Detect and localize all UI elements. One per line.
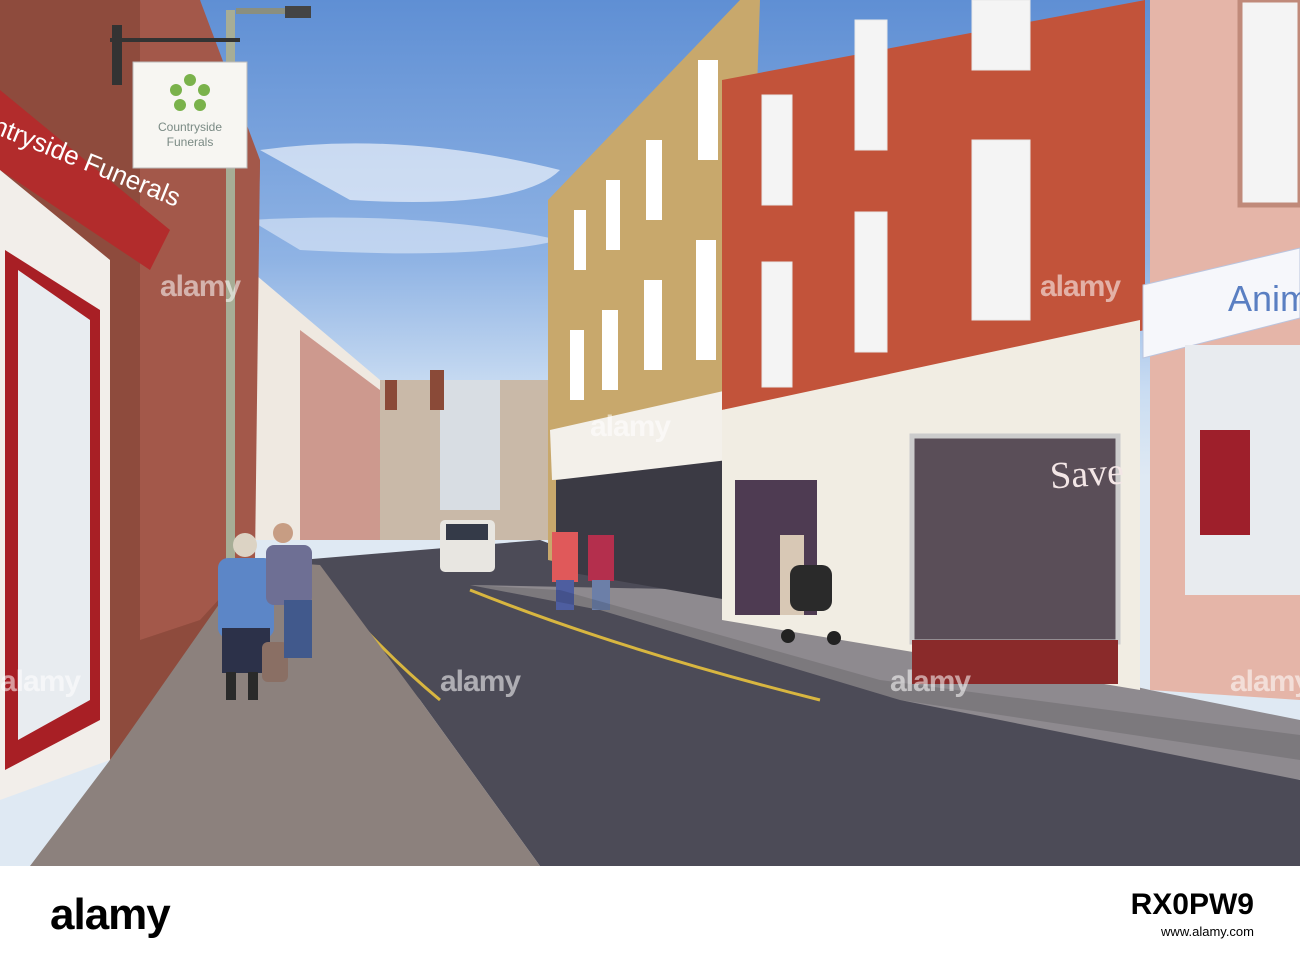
watermark: alamy bbox=[440, 665, 521, 698]
pet-shop-name: Anim bbox=[1228, 278, 1300, 319]
site-url: www.alamy.com bbox=[1161, 924, 1254, 939]
image-code: RX0PW9 bbox=[1130, 888, 1254, 921]
image-id-block: RX0PW9 www.alamy.com bbox=[1131, 888, 1254, 939]
cloud bbox=[260, 143, 560, 202]
window-save-lettering: Save bbox=[1048, 450, 1126, 498]
sign-bracket bbox=[112, 25, 122, 85]
watermark: alamy bbox=[1230, 665, 1300, 698]
alamy-logo: alamy bbox=[50, 890, 171, 939]
chimney bbox=[385, 380, 397, 410]
watermark: alamy bbox=[1040, 270, 1121, 303]
hanging-sign-text: Countryside Funerals bbox=[136, 120, 244, 150]
watermark: alamy bbox=[160, 270, 241, 303]
distant-building bbox=[440, 380, 500, 510]
street-photo: Countryside Funerals ntryside Funerals S… bbox=[0, 0, 1300, 866]
cloud bbox=[250, 217, 560, 254]
hanging-sign-line1: Countryside bbox=[157, 120, 223, 134]
watermark: alamy bbox=[0, 665, 81, 698]
footer-bar: alamy RX0PW9 www.alamy.com bbox=[0, 866, 1300, 957]
lamp-head bbox=[285, 6, 311, 18]
hanging-sign-line2: Funerals bbox=[166, 135, 214, 149]
watermark: alamy bbox=[890, 665, 971, 698]
left-terrace-brick bbox=[300, 330, 380, 540]
sash-window bbox=[1237, 0, 1300, 208]
chimney bbox=[430, 370, 444, 410]
red-jumper bbox=[1200, 430, 1250, 535]
watermark: alamy bbox=[590, 410, 671, 443]
